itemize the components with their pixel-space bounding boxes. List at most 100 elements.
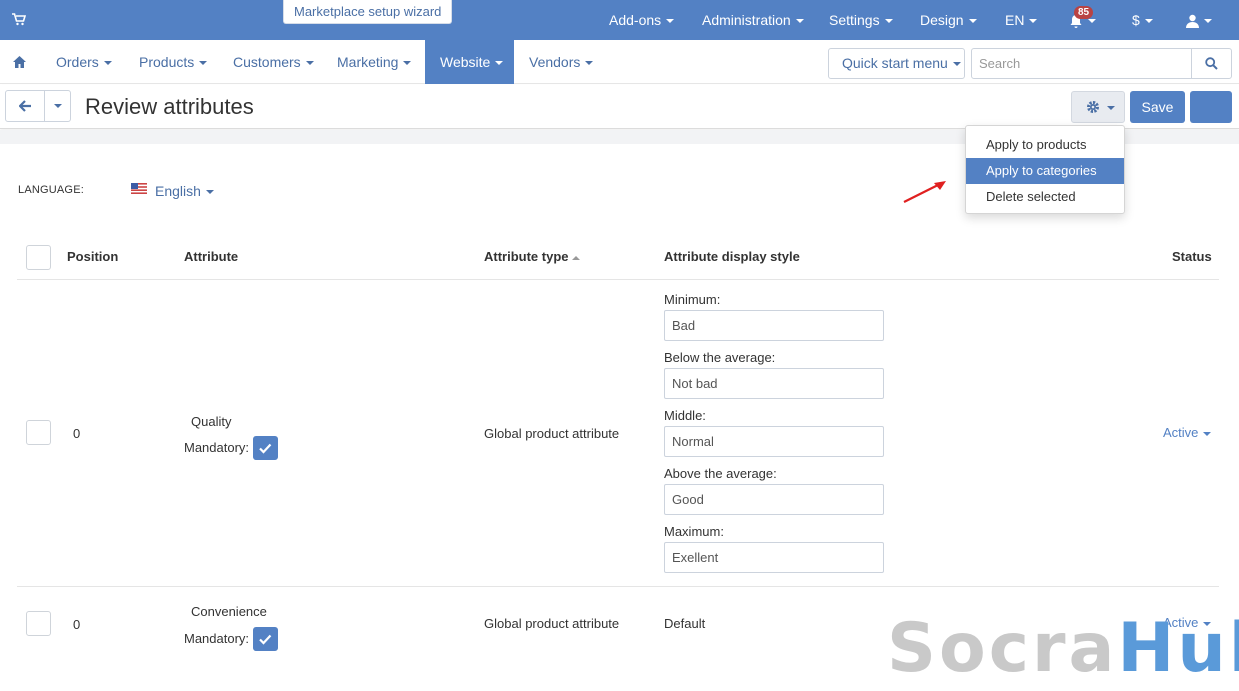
delete-selected-item[interactable]: Delete selected [966, 184, 1124, 210]
sort-up-icon [571, 255, 580, 260]
chevron-down-icon [1107, 106, 1115, 110]
search-icon [1205, 57, 1218, 70]
mandatory-checkbox[interactable] [253, 627, 278, 651]
language-selector[interactable]: English [155, 183, 214, 199]
level-input-above-average[interactable] [664, 484, 884, 515]
currency-switcher[interactable]: $ [1132, 0, 1153, 40]
chevron-down-icon [666, 19, 675, 24]
chevron-down-icon [1088, 19, 1096, 24]
gear-icon [1087, 101, 1099, 113]
menu-settings-label: Settings [829, 12, 880, 28]
actions-dropdown-menu: Apply to products Apply to categories De… [965, 125, 1125, 214]
cart-icon[interactable] [12, 13, 27, 29]
chevron-down-icon [205, 190, 214, 195]
row-divider [17, 279, 1219, 280]
level-label-below-average: Below the average: [664, 350, 776, 365]
nav-orders[interactable]: Orders [56, 40, 112, 84]
row-divider [17, 586, 1219, 587]
nav-vendors-label: Vendors [529, 54, 581, 70]
select-all-checkbox[interactable] [26, 245, 51, 270]
nav-marketing-label: Marketing [337, 54, 399, 70]
back-dropdown-toggle[interactable] [44, 90, 71, 122]
nav-vendors[interactable]: Vendors [529, 40, 594, 84]
check-icon [259, 634, 272, 645]
menu-settings[interactable]: Settings [829, 0, 893, 40]
mandatory-label: Mandatory: [184, 631, 250, 646]
nav-products-label: Products [139, 54, 195, 70]
notification-count-badge: 85 [1074, 6, 1094, 19]
nav-products[interactable]: Products [139, 40, 208, 84]
menu-administration[interactable]: Administration [702, 0, 804, 40]
level-input-middle[interactable] [664, 426, 884, 457]
column-attribute[interactable]: Attribute [184, 249, 238, 264]
chevron-down-icon [884, 19, 893, 24]
nav-customers[interactable]: Customers [233, 40, 314, 84]
apply-to-products-item[interactable]: Apply to products [966, 132, 1124, 158]
level-label-middle: Middle: [664, 408, 706, 423]
level-label-maximum: Maximum: [664, 524, 724, 539]
menu-administration-label: Administration [702, 12, 791, 28]
row-position[interactable]: 0 [73, 426, 80, 441]
level-input-below-average[interactable] [664, 368, 884, 399]
chevron-down-icon [199, 61, 208, 66]
watermark-part1: Socra [887, 609, 1118, 688]
status-dropdown[interactable]: Active [1163, 425, 1212, 440]
attribute-name[interactable]: Quality [191, 414, 231, 429]
language-switcher[interactable]: EN [1005, 0, 1038, 40]
status-label: Active [1163, 425, 1199, 440]
menu-design[interactable]: Design [920, 0, 977, 40]
mandatory-checkbox[interactable] [253, 436, 278, 460]
currency-symbol: $ [1132, 12, 1140, 28]
column-display-style: Attribute display style [664, 249, 800, 264]
row-checkbox[interactable] [26, 420, 51, 445]
chevron-down-icon [403, 61, 412, 66]
chevron-down-icon [1204, 19, 1212, 24]
settings-dropdown-button[interactable] [1071, 91, 1125, 123]
mandatory-label: Mandatory: [184, 440, 250, 455]
language-label: LANGUAGE: [18, 184, 84, 196]
user-menu[interactable] [1186, 0, 1212, 40]
level-input-maximum[interactable] [664, 542, 884, 573]
apply-to-categories-item[interactable]: Apply to categories [966, 158, 1124, 184]
chevron-down-icon [1029, 19, 1038, 24]
level-label-minimum: Minimum: [664, 292, 721, 307]
back-button[interactable] [5, 90, 45, 122]
check-icon [259, 443, 272, 454]
nav-orders-label: Orders [56, 54, 99, 70]
chevron-down-icon [952, 62, 961, 67]
row-checkbox[interactable] [26, 611, 51, 636]
search-input[interactable] [971, 48, 1192, 79]
us-flag-icon [131, 183, 147, 194]
column-attribute-type[interactable]: Attribute type [484, 249, 580, 264]
extra-action-button[interactable] [1190, 91, 1232, 123]
quick-start-label: Quick start menu [842, 55, 948, 71]
chevron-down-icon [103, 61, 112, 66]
attribute-name[interactable]: Convenience [191, 604, 267, 619]
marketplace-setup-wizard-link[interactable]: Marketplace setup wizard [283, 0, 453, 24]
column-attribute-type-label: Attribute type [484, 249, 569, 264]
save-button[interactable]: Save [1130, 91, 1185, 123]
quick-start-menu-button[interactable]: Quick start menu [828, 48, 965, 79]
search-button[interactable] [1191, 48, 1232, 79]
nav-marketing[interactable]: Marketing [337, 40, 412, 84]
level-input-minimum[interactable] [664, 310, 884, 341]
chevron-down-icon [495, 61, 504, 66]
menu-addons-label: Add-ons [609, 12, 662, 28]
page-header: Review attributes Save [0, 85, 1239, 129]
nav-website-label: Website [440, 54, 491, 70]
main-nav: Orders Products Customers Marketing Webs… [0, 40, 1239, 84]
chevron-down-icon [1203, 431, 1212, 436]
menu-design-label: Design [920, 12, 964, 28]
column-position[interactable]: Position [67, 249, 118, 264]
chevron-down-icon [305, 61, 314, 66]
row-position[interactable]: 0 [73, 617, 80, 632]
red-arrow-annotation [903, 181, 946, 203]
watermark-part2: Hub [1117, 609, 1239, 688]
level-label-above-average: Above the average: [664, 466, 777, 481]
user-icon [1186, 15, 1199, 29]
attribute-type: Global product attribute [484, 426, 620, 441]
home-icon[interactable] [13, 56, 26, 71]
menu-addons[interactable]: Add-ons [609, 0, 675, 40]
nav-website[interactable]: Website [425, 40, 514, 84]
attribute-type: Global product attribute [484, 616, 620, 631]
